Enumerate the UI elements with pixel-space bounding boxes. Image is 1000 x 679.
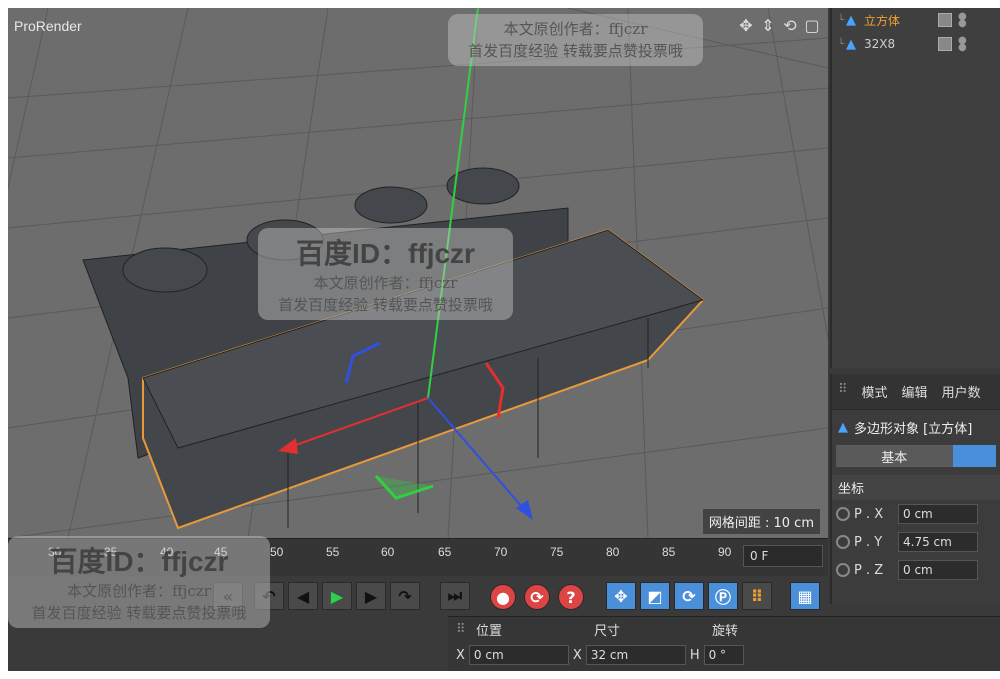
object-name: 32X8 xyxy=(864,37,896,51)
attribute-manager: ⠿ 模式 编辑 用户数 ▲ 多边形对象 [立方体] 基本 坐标 P . X 0 … xyxy=(830,374,1000,604)
keyframe-selection-icon[interactable]: ? xyxy=(558,584,584,610)
grip-icon: ⠿ xyxy=(456,621,466,637)
size-header: 尺寸 xyxy=(594,623,621,639)
px-field[interactable]: 0 cm xyxy=(898,504,978,524)
key-parameter-icon[interactable]: Ⓟ xyxy=(708,582,738,610)
menu-edit[interactable]: 编辑 xyxy=(902,382,928,401)
coord-label: P . X xyxy=(854,506,884,522)
dolly-icon[interactable]: ⇕ xyxy=(760,16,776,35)
rot-h-label: H xyxy=(689,647,700,663)
keyframe-radio[interactable] xyxy=(836,563,850,577)
size-x-label: X xyxy=(572,647,582,663)
tag-icon[interactable] xyxy=(938,37,952,51)
keyframe-radio[interactable] xyxy=(836,507,850,521)
polygon-object-icon: ▲ xyxy=(846,37,857,52)
coord-row-pz: P . Z 0 cm xyxy=(832,556,1000,584)
current-frame-field[interactable]: 0 F xyxy=(743,545,823,567)
size-x-field[interactable]: 32 cm xyxy=(585,645,686,665)
py-field[interactable]: 4.75 cm xyxy=(898,532,978,552)
coord-row-px: P . X 0 cm xyxy=(832,500,1000,528)
viewport-title: ProRender xyxy=(14,18,82,34)
keyframe-radio[interactable] xyxy=(836,535,850,549)
polygon-object-icon: ▲ xyxy=(846,13,857,28)
timeline-tick: 85 xyxy=(662,545,676,559)
rotation-header: 旋转 xyxy=(712,623,739,639)
coord-row-py: P . Y 4.75 cm xyxy=(832,528,1000,556)
move-view-icon[interactable]: ✥ xyxy=(738,16,754,35)
watermark-line2: 首发百度经验 转载要点赞投票哦 xyxy=(278,296,493,314)
grid-spacing-label: 网格间距 : 10 cm xyxy=(702,509,820,534)
timeline-window-icon[interactable]: ▦ xyxy=(790,582,820,610)
pz-field[interactable]: 0 cm xyxy=(898,560,978,580)
coord-label: P . Y xyxy=(854,534,883,550)
attribute-tabs: 基本 xyxy=(836,445,996,467)
viewport-nav: ✥ ⇕ ⟲ ▢ xyxy=(738,16,820,35)
key-scale-icon[interactable]: ◩ xyxy=(640,582,670,610)
timeline-tick: 70 xyxy=(494,545,508,559)
pos-x-field[interactable]: 0 cm xyxy=(468,645,569,665)
attribute-object: ▲ 多边形对象 [立方体] xyxy=(832,410,1000,445)
tag-icon[interactable] xyxy=(938,13,952,27)
cinema4d-window: ProRender ✥ ⇕ ⟲ ▢ 网格间距 : 10 cm 本文原创作者：ff… xyxy=(8,8,1000,671)
object-name: 立方体 xyxy=(864,13,901,28)
go-end-icon[interactable]: ⏭ xyxy=(440,582,470,610)
watermark-line2: 首发百度经验 转载要点赞投票哦 xyxy=(31,604,247,622)
watermark-line1: 本文原创作者：ffjczr xyxy=(503,20,648,38)
object-type-label: 多边形对象 [立方体] xyxy=(854,422,973,437)
coord-label: P . Z xyxy=(854,562,884,578)
3d-viewport[interactable]: ProRender ✥ ⇕ ⟲ ▢ 网格间距 : 10 cm 本文原创作者：ff… xyxy=(8,8,828,538)
pos-x-label: X xyxy=(456,647,465,663)
tab-coord[interactable] xyxy=(952,445,996,467)
coord-section-header: 坐标 xyxy=(832,475,1000,500)
timeline-tick: 80 xyxy=(606,545,620,559)
position-header: 位置 xyxy=(476,623,503,639)
watermark-line1: 本文原创作者：ffjczr xyxy=(313,274,458,292)
watermark-center: 百度ID：ffjczr 本文原创作者：ffjczr 首发百度经验 转载要点赞投票… xyxy=(258,228,513,320)
timeline-tick: 60 xyxy=(381,545,395,559)
watermark-id: 百度ID：ffjczr xyxy=(49,546,229,577)
visibility-dots-icon[interactable]: ● ● xyxy=(958,36,967,53)
watermark-line1: 本文原创作者：ffjczr xyxy=(67,582,211,600)
rotate-view-icon[interactable]: ⟲ xyxy=(782,16,798,35)
record-icon[interactable]: ● xyxy=(490,584,516,610)
coord-manager-header: ⠿ 位置 尺寸 旋转 xyxy=(448,617,1000,641)
next-frame-icon[interactable]: ▶ xyxy=(356,582,386,610)
key-rotation-icon[interactable]: ⟳ xyxy=(674,582,704,610)
watermark-bottom: 百度ID：ffjczr 本文原创作者：ffjczr 首发百度经验 转载要点赞投票… xyxy=(8,536,270,628)
play-icon[interactable]: ▶ xyxy=(322,582,352,610)
coord-manager-row-x: X 0 cm X 32 cm H 0 ° xyxy=(448,641,1000,669)
watermark-top: 本文原创作者：ffjczr 首发百度经验 转载要点赞投票哦 xyxy=(448,14,703,66)
timeline-tick: 55 xyxy=(326,545,340,559)
key-pla-icon[interactable]: ⠿ xyxy=(742,582,772,610)
object-row-cube[interactable]: └ ▲ 立方体 ● ● xyxy=(838,10,967,30)
prev-frame-icon[interactable]: ◀ xyxy=(288,582,318,610)
watermark-id: 百度ID：ffjczr xyxy=(296,238,475,269)
menu-mode[interactable]: 模式 xyxy=(862,382,888,401)
timeline-tick: 65 xyxy=(438,545,452,559)
maximize-view-icon[interactable]: ▢ xyxy=(804,16,820,35)
object-row-32x8[interactable]: └ ▲ 32X8 ● ● xyxy=(838,34,967,54)
next-key-icon[interactable]: ↷ xyxy=(390,582,420,610)
object-manager: └ ▲ 立方体 ● ● └ ▲ 32X8 ● ● xyxy=(830,8,1000,368)
tab-basic[interactable]: 基本 xyxy=(836,445,953,467)
rot-h-field[interactable]: 0 ° xyxy=(703,645,744,665)
polygon-object-icon: ▲ xyxy=(838,420,848,435)
grip-icon: ⠿ xyxy=(838,382,848,397)
autokey-icon[interactable]: ⟳ xyxy=(524,584,550,610)
menu-user-data[interactable]: 用户数 xyxy=(942,382,981,401)
key-position-icon[interactable]: ✥ xyxy=(606,582,636,610)
attribute-menu: ⠿ 模式 编辑 用户数 xyxy=(832,374,1000,410)
timeline-tick: 75 xyxy=(550,545,564,559)
timeline-tick: 90 xyxy=(718,545,732,559)
visibility-dots-icon[interactable]: ● ● xyxy=(958,12,967,29)
watermark-line2: 首发百度经验 转载要点赞投票哦 xyxy=(468,42,683,60)
timeline-tick: 50 xyxy=(270,545,284,559)
coordinate-manager: ⠿ 位置 尺寸 旋转 X 0 cm X 32 cm H 0 ° xyxy=(448,616,1000,671)
